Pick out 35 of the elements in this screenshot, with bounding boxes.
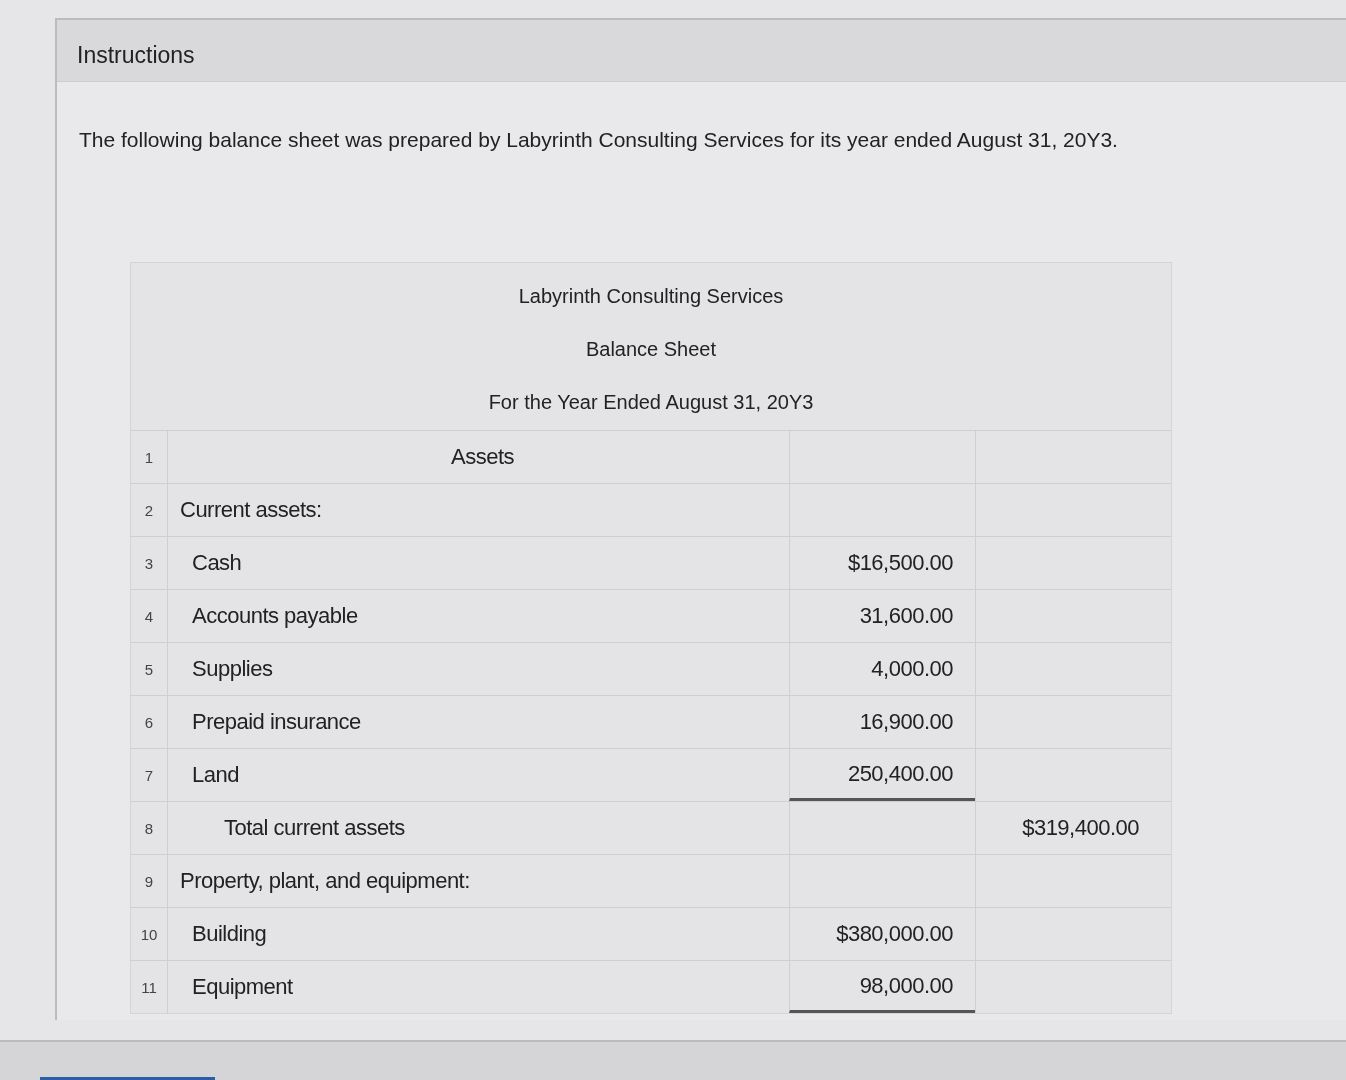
- row-label: Accounts payable: [167, 590, 789, 642]
- amount-cell: 4,000.00: [789, 643, 975, 695]
- row-label: Cash: [167, 537, 789, 589]
- table-heading: For the Year Ended August 31, 20Y3: [488, 391, 814, 414]
- row-label: Total current assets: [167, 802, 789, 854]
- amount-cell: 16,900.00: [789, 696, 975, 748]
- amount-cell: 31,600.00: [789, 590, 975, 642]
- row-label: Assets: [167, 431, 789, 483]
- row-label: Property, plant, and equipment:: [167, 855, 789, 907]
- row-number: 4: [143, 606, 155, 627]
- row-number: 1: [143, 447, 155, 468]
- row-label: Equipment: [167, 961, 789, 1013]
- row-label: Supplies: [167, 643, 789, 695]
- panel-title: Instructions: [57, 20, 1346, 82]
- amount-cell: 98,000.00: [789, 961, 975, 1013]
- amount-cell: $16,500.00: [789, 537, 975, 589]
- row-number: 3: [143, 553, 155, 574]
- amount-cell: $380,000.00: [789, 908, 975, 960]
- row-label: Land: [167, 749, 789, 801]
- instructions-text: The following balance sheet was prepared by Labyrinth Consulting Services for its year ended August 31, 20Y3.: [78, 127, 1119, 152]
- row-number: 2: [143, 500, 155, 521]
- row-label: Building: [167, 908, 789, 960]
- table-heading: Labyrinth Consulting Services: [518, 285, 784, 308]
- row-label: Prepaid insurance: [167, 696, 789, 748]
- row-number: 9: [143, 871, 155, 892]
- row-number: 11: [140, 977, 158, 998]
- row-number: 6: [143, 712, 155, 733]
- table-heading: Balance Sheet: [585, 338, 717, 361]
- amount-cell: 250,400.00: [789, 749, 975, 801]
- total-cell: $319,400.00: [975, 802, 1161, 854]
- row-number: 5: [143, 659, 155, 680]
- row-number: 7: [143, 765, 155, 786]
- row-label: Current assets:: [167, 484, 789, 536]
- row-number: 10: [139, 924, 159, 945]
- row-number: 8: [143, 818, 155, 839]
